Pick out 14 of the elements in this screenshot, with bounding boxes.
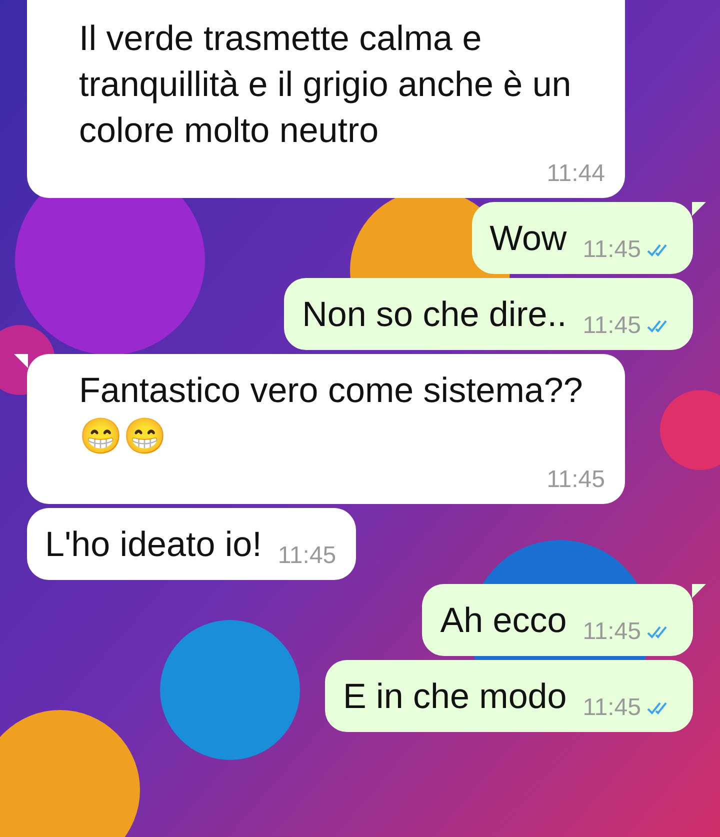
message-time: 11:45 [582, 618, 641, 646]
message-text: Ah ecco [440, 600, 567, 642]
message-text: Il verde trasmette calma e tranquillità e il grigio anche è un colore molto neutro [79, 18, 572, 152]
message-time: 11:45 [582, 312, 641, 340]
message-text: L'ho ideato io! [45, 524, 262, 566]
message-text: E in che modo [342, 676, 567, 718]
message-time: 11:45 [582, 236, 641, 264]
message-time: 11:44 [546, 160, 605, 188]
message-text: Non so che dire.. [302, 294, 567, 336]
message-text: Wow [490, 218, 567, 260]
message-text: Fantastico vero come sistema??😁😁 [79, 370, 584, 458]
message-time: 11:45 [582, 694, 641, 722]
message-time: 11:45 [278, 542, 336, 570]
message-time: 11:45 [546, 466, 605, 494]
